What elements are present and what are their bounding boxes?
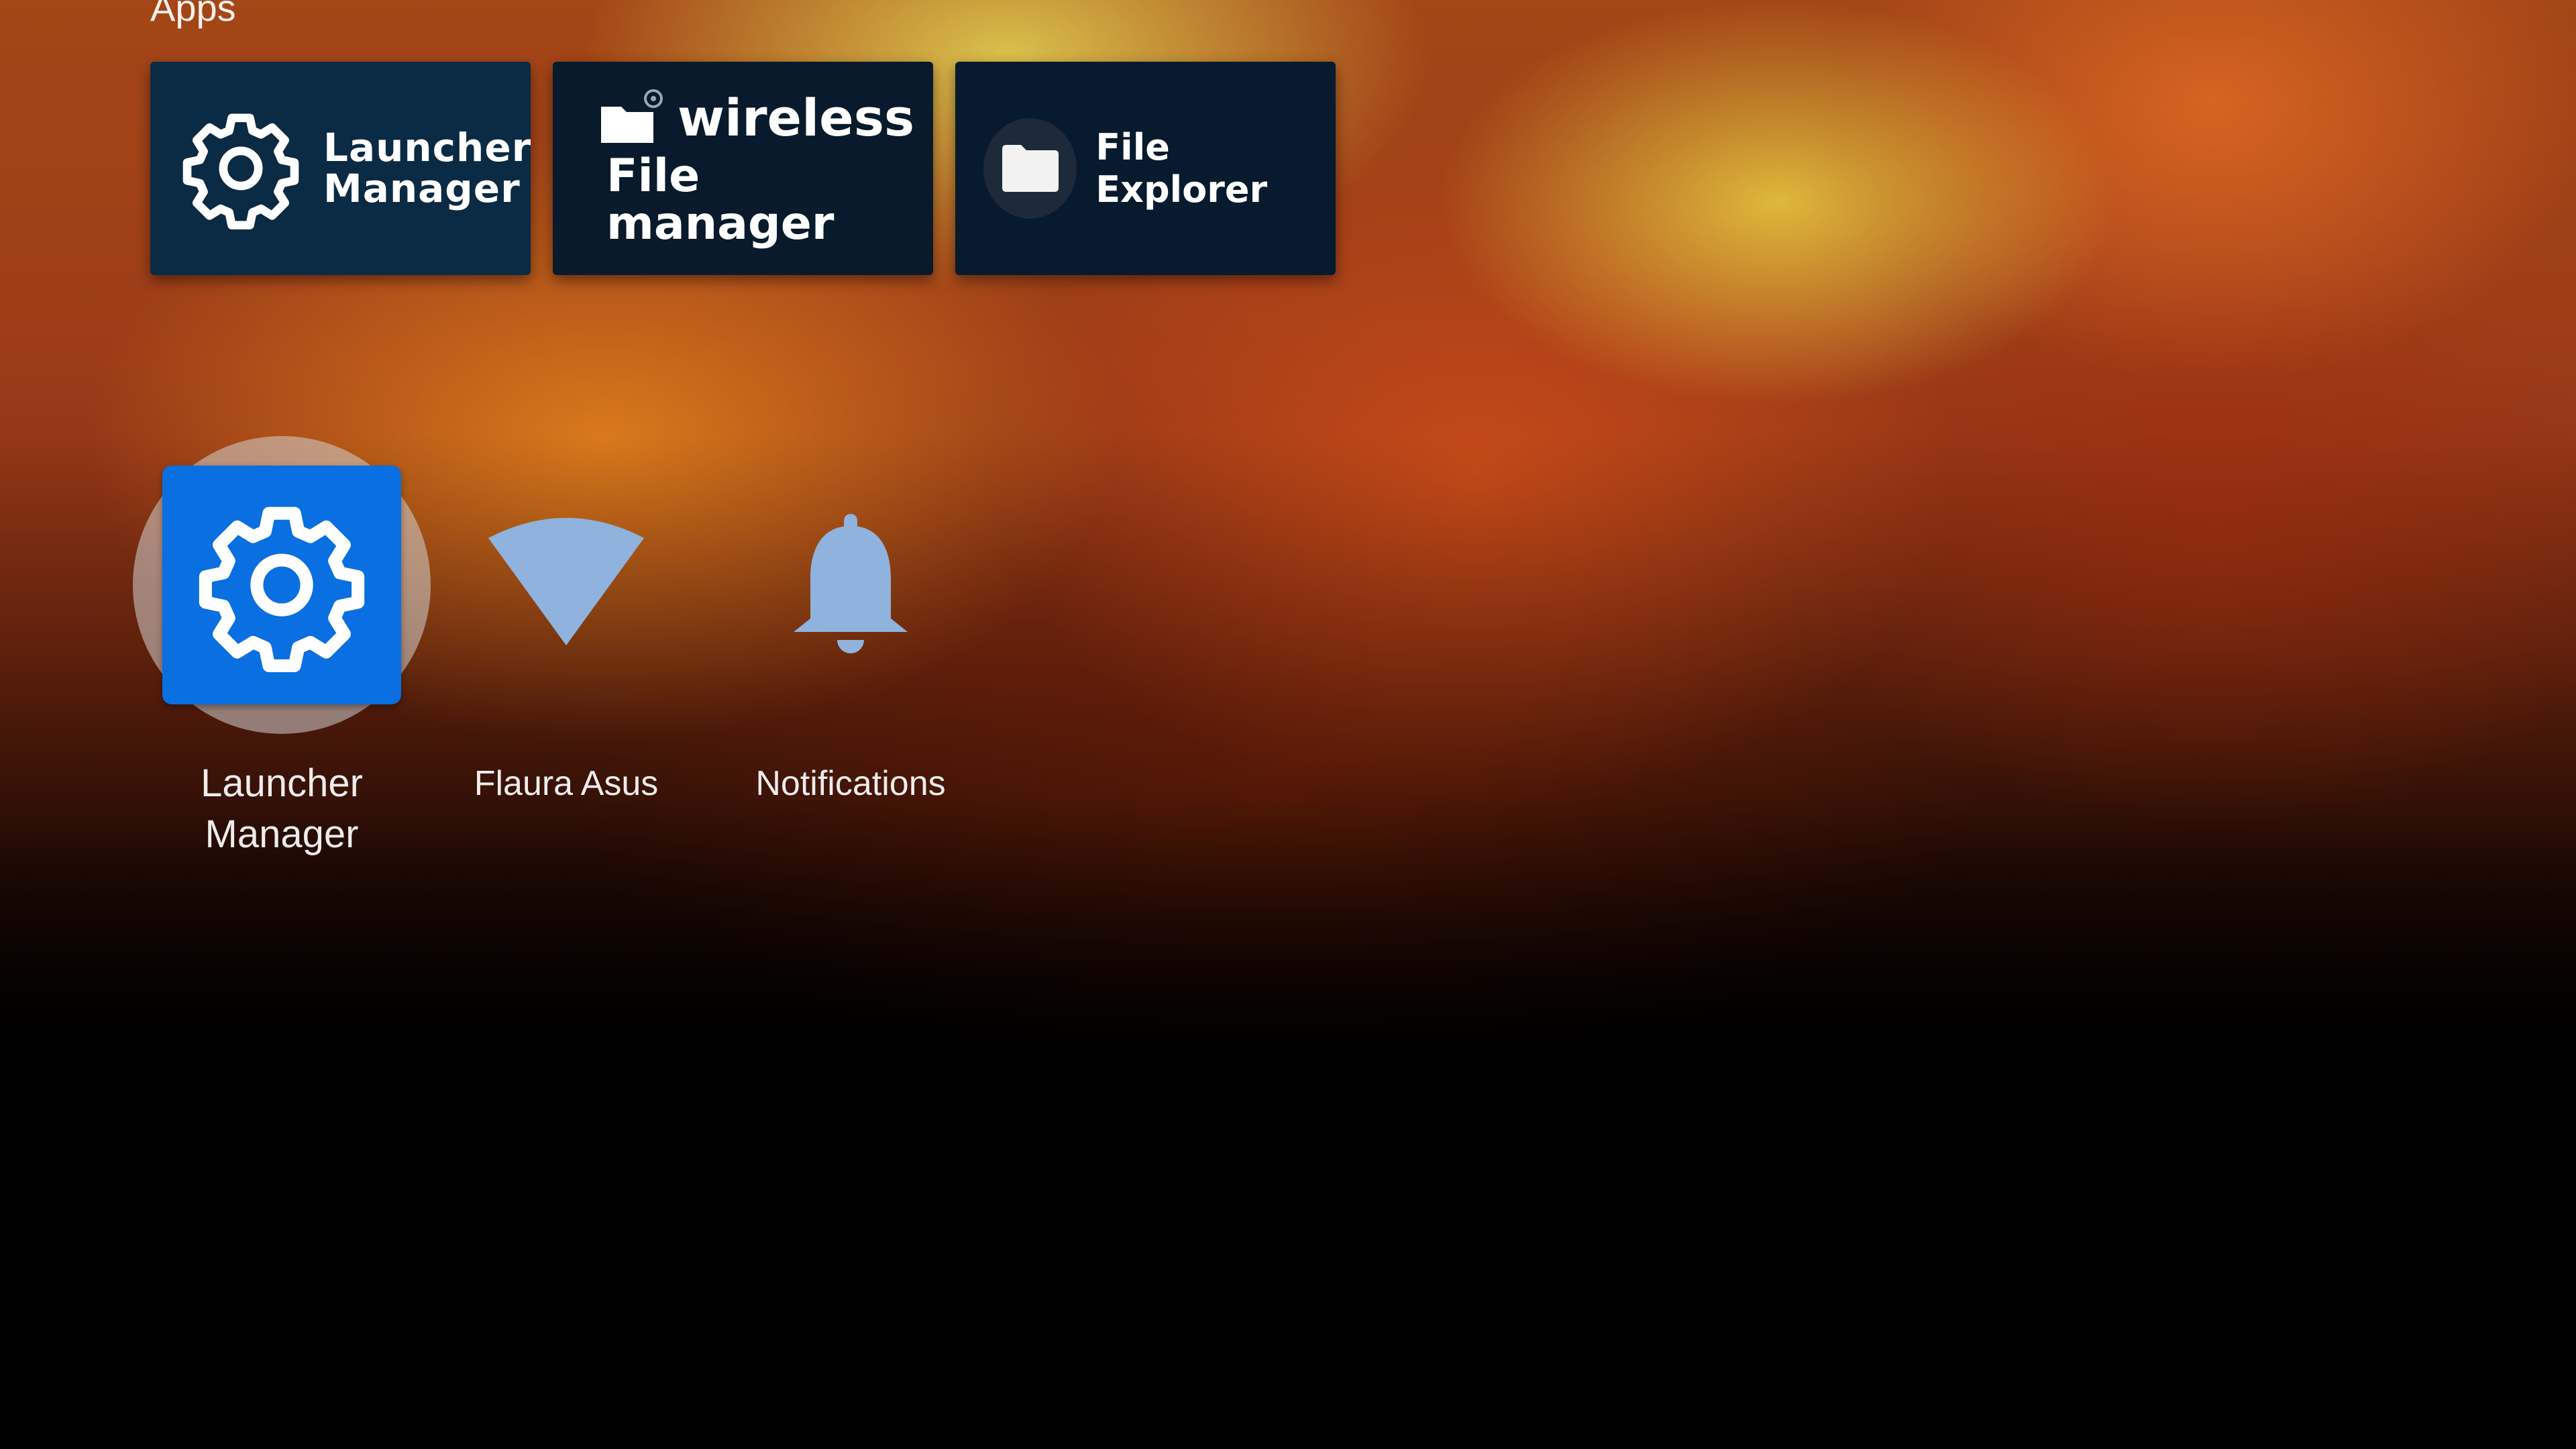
tv-launcher-screen: Apps Launcher Manager wireless File mana…	[0, 0, 2576, 1449]
banner-file-explorer[interactable]: File Explorer	[955, 62, 1336, 275]
app-label-flaura-asus: Flaura Asus	[474, 764, 659, 803]
wifi-icon	[447, 466, 686, 704]
folder-wifi-icon	[598, 89, 663, 147]
wordmark-line-1: Launcher	[323, 125, 531, 171]
banner-wireless-file-manager[interactable]: wireless File manager	[553, 62, 933, 275]
app-launcher-manager[interactable]: Launcher Manager	[133, 436, 431, 865]
app-label-line-1: Launcher	[201, 761, 363, 805]
apps-section-title: Apps	[150, 0, 236, 29]
app-label-launcher-manager: Launcher Manager	[141, 758, 423, 860]
wireless-word: wireless	[677, 87, 915, 148]
wordmark-line-2: Manager	[323, 166, 521, 211]
app-label-notifications: Notifications	[755, 764, 946, 803]
banner-launcher-manager[interactable]: Launcher Manager	[150, 62, 531, 275]
app-notifications[interactable]: Notifications	[710, 436, 991, 865]
bell-icon	[731, 466, 970, 704]
file-manager-word: File manager	[606, 149, 835, 250]
launcher-manager-wordmark: Launcher Manager	[323, 127, 531, 209]
wireless-header: wireless	[598, 89, 914, 147]
gear-icon	[177, 105, 305, 232]
file-explorer-label: File Explorer	[1095, 126, 1268, 211]
gear-icon	[162, 466, 401, 704]
folder-icon	[983, 118, 1077, 219]
app-label-line-2: Manager	[205, 812, 359, 856]
app-flaura-asus[interactable]: Flaura Asus	[425, 436, 707, 865]
